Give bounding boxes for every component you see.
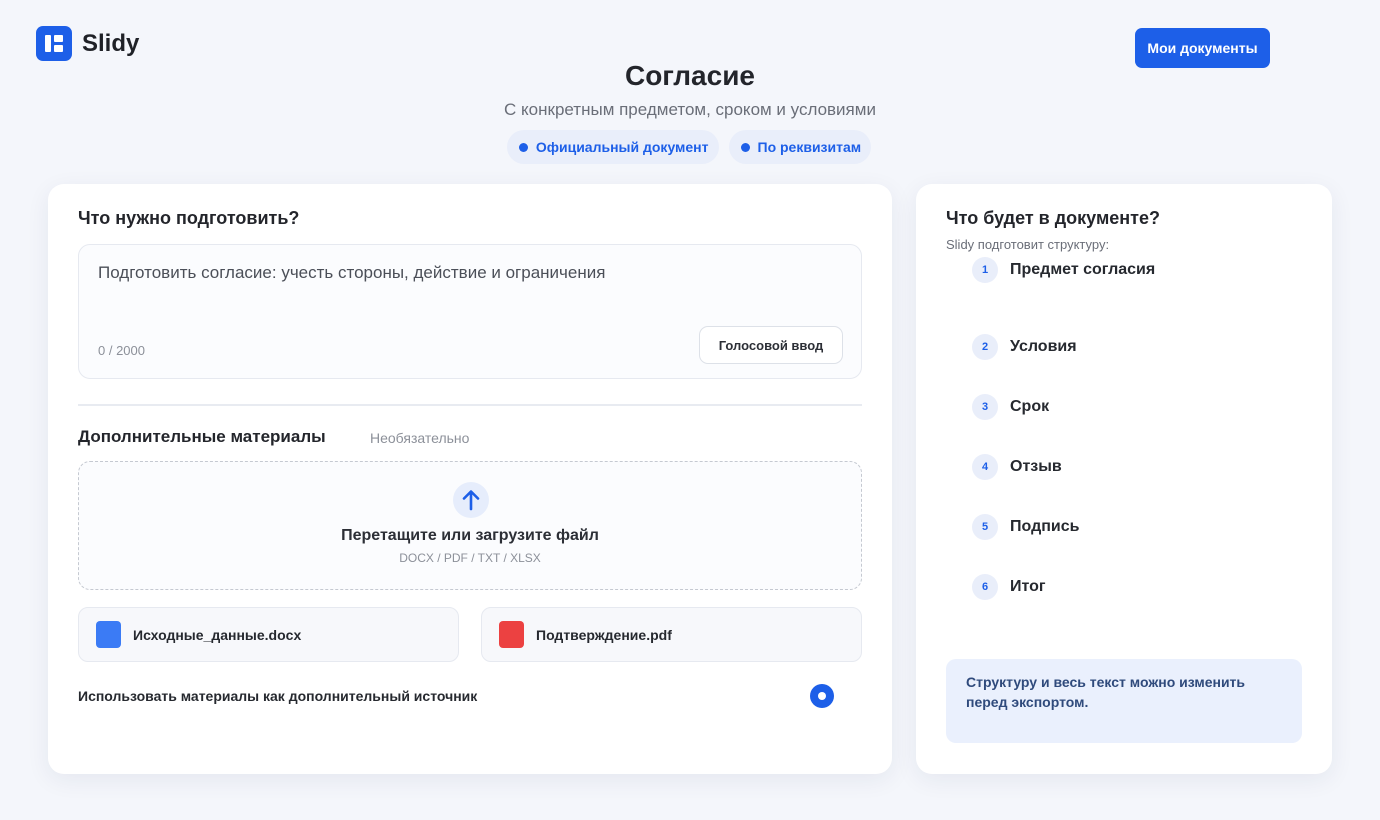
tag-label: Официальный документ [535,139,709,155]
dropzone-title: Перетащите или загрузите файл [341,527,599,544]
dot-icon [518,142,528,152]
structure-step: 5 Подпись [972,497,1155,557]
step-number: 2 [972,334,998,360]
voice-input-button[interactable]: Голосовой ввод [699,326,843,364]
upload-arrow-icon [453,482,489,518]
prompt-text[interactable]: Подготовить согласие: учесть стороны, де… [98,263,605,283]
page-title: Согласие [624,60,755,91]
structure-title: Что будет в документе? [946,208,1160,228]
prepare-card: Что нужно подготовить? Подготовить согла… [48,184,892,774]
page-header: Согласие С конкретным предметом, сроком … [0,58,1380,164]
structure-step: 1 Предмет согласия [972,257,1155,283]
structure-step: 3 Срок [972,377,1155,437]
step-number: 5 [972,514,998,540]
step-label: Подпись [1010,518,1080,535]
materials-optional-label: Необязательно [370,430,470,446]
logo-icon [36,26,72,61]
prompt-input[interactable]: Подготовить согласие: учесть стороны, де… [78,244,862,379]
materials-title: Дополнительные материалы [78,427,326,446]
structure-step: 4 Отзыв [972,437,1155,497]
step-label: Итог [1010,578,1046,595]
docx-file-icon [96,621,121,648]
step-label: Срок [1010,398,1050,415]
use-as-source-toggle[interactable] [810,684,834,708]
char-counter: 0 / 2000 [98,343,145,358]
file-name: Подтверждение.pdf [536,626,672,643]
attached-file-pdf[interactable]: Подтверждение.pdf [481,607,862,662]
attached-file-docx[interactable]: Исходные_данные.docx [78,607,459,662]
file-dropzone[interactable]: Перетащите или загрузите файл DOCX / PDF… [78,461,862,590]
structure-step: 6 Итог [972,557,1155,617]
use-as-source-label: Использовать материалы как дополнительны… [78,688,478,704]
document-tags: Официальный документ По реквизитам [0,130,1380,164]
step-number: 4 [972,454,998,480]
step-label: Отзыв [1010,458,1062,475]
prepare-title: Что нужно подготовить? [78,208,300,228]
dropzone-formats: DOCX / PDF / TXT / XLSX [399,551,541,565]
page-subtitle: С конкретным предметом, сроком и условия… [504,100,876,119]
structure-step: 2 Условия [972,317,1155,377]
step-number: 1 [972,257,998,283]
step-number: 6 [972,574,998,600]
step-number: 3 [972,394,998,420]
brand-logo[interactable]: Slidy [36,26,139,61]
tag-by-requisites: По реквизитам [728,130,872,164]
structure-subtitle: Slidy подготовит структуру: [946,237,1110,252]
brand-name: Slidy [82,29,140,57]
edit-note: Структуру и весь текст можно изменить пе… [946,659,1302,743]
structure-steps: 1 Предмет согласия 2 Условия 3 Срок 4 От… [972,257,1155,617]
structure-card: Что будет в документе? Slidy подготовит … [916,184,1332,774]
tag-official-document: Официальный документ [506,130,719,164]
step-label: Предмет согласия [1010,261,1156,278]
step-label: Условия [1010,338,1077,355]
section-divider [78,404,862,406]
dot-icon [740,142,750,152]
tag-label: По реквизитам [757,139,862,155]
pdf-file-icon [499,621,524,648]
file-name: Исходные_данные.docx [133,626,302,643]
